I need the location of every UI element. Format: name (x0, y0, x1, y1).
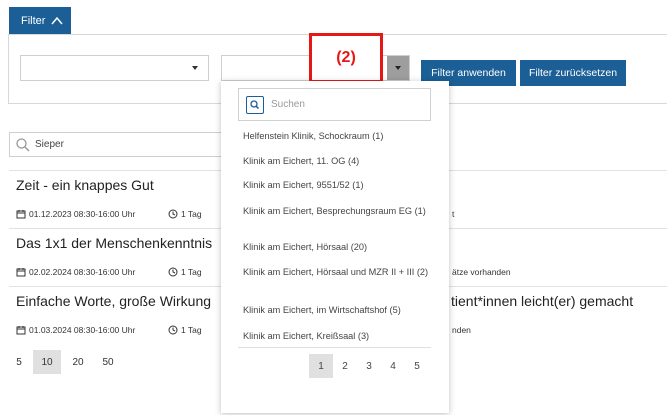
search-value: Sieper (35, 139, 64, 150)
dropdown-page[interactable]: 4 (381, 354, 405, 378)
dropdown-page[interactable]: 2 (333, 354, 357, 378)
page-size-option[interactable]: 50 (95, 350, 121, 374)
dropdown-search-input[interactable]: Suchen (238, 88, 431, 121)
event-title[interactable]: Zeit - ein knappes Gut (16, 177, 154, 193)
caret-down-icon (192, 66, 198, 70)
reset-filter-button[interactable]: Filter zurücksetzen (520, 60, 626, 86)
dropdown-option[interactable]: Klinik am Eichert, Hörsaal (20) (243, 241, 429, 253)
dropdown-option[interactable]: Klinik am Eichert, Besprechungsraum EG (… (243, 205, 429, 217)
select-toggle-button[interactable] (387, 56, 409, 80)
annotation-marker: (2) (309, 33, 383, 83)
event-tail-text: nden (452, 325, 471, 335)
event-date: 01.03.2024 08:30-16:00 Uhr (16, 325, 135, 335)
dropdown-page[interactable]: 3 (357, 354, 381, 378)
event-duration-text: 1 Tag (181, 209, 202, 219)
page-size-option-selected[interactable]: 10 (33, 350, 61, 374)
location-dropdown: Suchen Helfenstein Klinik, Schockraum (1… (221, 81, 449, 413)
event-duration-text: 1 Tag (181, 267, 202, 277)
page-size-option[interactable]: 5 (9, 350, 29, 374)
calendar-icon (16, 268, 26, 277)
dropdown-option[interactable]: Helfenstein Klinik, Schockraum (1) (243, 130, 429, 142)
clock-icon (168, 325, 178, 335)
caret-down-icon (395, 66, 401, 70)
event-date-text: 01.12.2023 08:30-16:00 Uhr (29, 209, 136, 219)
dropdown-option[interactable]: Klinik am Eichert, im Wirtschaftshof (5) (243, 304, 429, 316)
event-duration-text: 1 Tag (181, 325, 202, 335)
event-tail-text: ätze vorhanden (452, 267, 511, 277)
dropdown-divider (238, 347, 431, 348)
filter-tab-label: Filter (21, 14, 46, 27)
page-size-option[interactable]: 20 (65, 350, 91, 374)
event-title[interactable]: Einfache Worte, große Wirkung (16, 293, 211, 309)
event-duration: 1 Tag (168, 325, 202, 335)
search-icon (246, 96, 264, 114)
dropdown-search-placeholder: Suchen (271, 99, 305, 110)
clock-icon (168, 209, 178, 219)
event-tail-text: t (452, 209, 455, 219)
event-title-tail[interactable]: tient*innen leicht(er) gemacht (451, 293, 633, 309)
event-title[interactable]: Das 1x1 der Menschenkenntnis (16, 235, 212, 251)
event-duration: 1 Tag (168, 209, 202, 219)
dropdown-option[interactable]: Klinik am Eichert, Kreißsaal (3) (243, 330, 429, 342)
event-date: 01.12.2023 08:30-16:00 Uhr (16, 209, 135, 219)
filter-toggle-tab[interactable]: Filter (9, 7, 71, 34)
dropdown-pagination: 1 2 3 4 5 (309, 354, 429, 378)
event-date: 02.02.2024 08:30-16:00 Uhr (16, 267, 135, 277)
dropdown-option[interactable]: Klinik am Eichert, 9551/52 (1) (243, 179, 429, 191)
chevron-up-icon (51, 16, 64, 24)
event-duration: 1 Tag (168, 267, 202, 277)
event-date-text: 01.03.2024 08:30-16:00 Uhr (29, 325, 136, 335)
calendar-icon (16, 210, 26, 219)
event-date-text: 02.02.2024 08:30-16:00 Uhr (29, 267, 136, 277)
dropdown-page-current[interactable]: 1 (309, 354, 333, 378)
filter-select-1[interactable] (20, 55, 209, 81)
dropdown-page[interactable]: 5 (405, 354, 429, 378)
clock-icon (168, 267, 178, 277)
calendar-icon (16, 326, 26, 335)
dropdown-option[interactable]: Klinik am Eichert, Hörsaal und MZR II + … (243, 266, 429, 278)
search-icon (16, 138, 30, 152)
dropdown-option[interactable]: Klinik am Eichert, 11. OG (4) (243, 155, 429, 167)
